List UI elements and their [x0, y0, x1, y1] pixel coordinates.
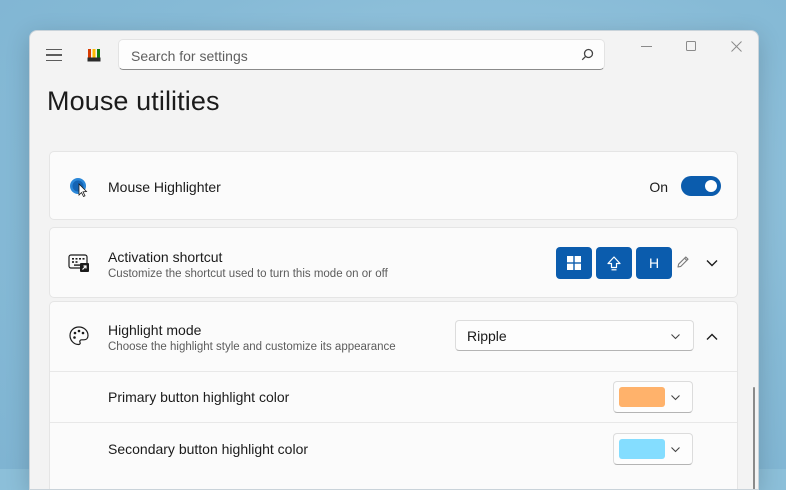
maximize-button[interactable] [679, 37, 703, 55]
secondary-color-picker[interactable] [613, 433, 693, 465]
primary-color-swatch [619, 387, 665, 407]
minimize-button[interactable] [634, 37, 658, 55]
close-button[interactable] [724, 37, 748, 55]
windows-key-icon [567, 256, 581, 270]
highlight-mode-dropdown[interactable]: Ripple [455, 320, 694, 351]
maximize-icon [685, 40, 696, 51]
secondary-color-row: Secondary button highlight color [50, 422, 737, 475]
chevron-down-icon [671, 447, 680, 453]
settings-window: Mouse utilities Mouse Highlighter On Act… [29, 30, 759, 490]
chevron-down-icon [671, 334, 680, 340]
scrollbar[interactable] [753, 387, 755, 489]
activation-shortcut-description: Customize the shortcut used to turn this… [108, 268, 388, 280]
mouse-highlighter-icon [70, 178, 88, 198]
mouse-highlighter-title: Mouse Highlighter [108, 179, 221, 195]
minimize-icon [640, 45, 652, 47]
mouse-highlighter-card: Mouse Highlighter On [49, 151, 738, 220]
keyboard-shortcut-icon [68, 254, 89, 272]
highlight-mode-description: Choose the highlight style and customize… [108, 341, 396, 353]
page-title: Mouse utilities [47, 86, 220, 116]
secondary-color-swatch [619, 439, 665, 459]
shortcut-key-h: H [636, 247, 672, 279]
highlight-mode-selected: Ripple [467, 328, 507, 344]
search-input[interactable] [129, 45, 573, 67]
highlight-mode-title: Highlight mode [108, 322, 202, 338]
secondary-color-label: Secondary button highlight color [108, 441, 309, 457]
chevron-down-icon[interactable] [705, 256, 719, 270]
shortcut-key-shift [596, 247, 632, 279]
shortcut-key-win [556, 247, 592, 279]
chevron-up-icon[interactable] [705, 330, 719, 344]
primary-color-row: Primary button highlight color [50, 371, 737, 423]
activation-shortcut-card[interactable]: Activation shortcut Customize the shortc… [49, 227, 738, 298]
activation-shortcut-title: Activation shortcut [108, 249, 223, 265]
edit-pencil-icon[interactable] [676, 255, 690, 269]
palette-icon [69, 326, 89, 346]
powertoys-logo-icon [87, 49, 101, 62]
enable-mouse-highlighter-toggle[interactable] [681, 176, 721, 196]
chevron-down-icon [671, 395, 680, 401]
menu-icon[interactable] [46, 49, 62, 62]
primary-color-picker[interactable] [613, 381, 693, 413]
close-icon [730, 40, 742, 52]
primary-color-label: Primary button highlight color [108, 389, 290, 405]
toggle-knob [705, 180, 717, 192]
highlight-mode-card: Highlight mode Choose the highlight styl… [49, 301, 738, 489]
search-icon[interactable] [581, 48, 594, 61]
toggle-state-label: On [649, 179, 668, 195]
shift-key-icon [607, 255, 621, 270]
search-box[interactable] [118, 39, 605, 70]
